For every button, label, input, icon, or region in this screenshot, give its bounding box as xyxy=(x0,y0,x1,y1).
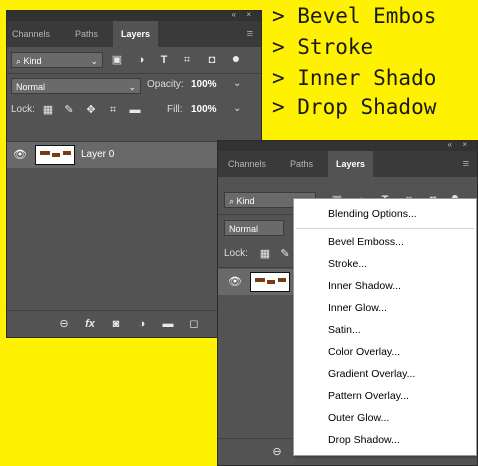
panel-titlebar: « × xyxy=(7,11,261,21)
blend-mode-label: Normal xyxy=(229,224,259,234)
layer-name[interactable]: Layer 0 xyxy=(81,149,114,160)
opacity-label: Opacity: xyxy=(147,79,184,90)
fill-value[interactable]: 100% xyxy=(191,104,217,115)
layer-thumbnail xyxy=(250,272,290,292)
fx-icon[interactable]: fx xyxy=(83,317,97,331)
type-filter-icon[interactable]: T xyxy=(157,53,171,67)
panel-tabs: Channels Paths Layers ≡ xyxy=(218,151,477,177)
tab-layers[interactable]: Layers xyxy=(328,151,374,177)
menu-item-color-overlay[interactable]: Color Overlay... xyxy=(328,342,400,362)
filter-kind-select[interactable]: ⌕ Kind ⌄ xyxy=(11,52,103,68)
lock-label: Lock: xyxy=(11,104,35,115)
menu-item-gradient-overlay[interactable]: Gradient Overlay... xyxy=(328,364,415,384)
menu-item-drop-shadow[interactable]: Drop Shadow... xyxy=(328,430,400,450)
lock-position-icon[interactable]: ✥ xyxy=(84,103,98,117)
add-mask-icon[interactable]: ◙ xyxy=(109,317,123,331)
panel-titlebar: « × xyxy=(218,141,477,151)
menu-separator xyxy=(296,228,474,229)
chevron-down-icon: ⌄ xyxy=(90,56,98,66)
blend-mode-select[interactable]: Normal ⌄ xyxy=(11,78,141,94)
menu-item-satin[interactable]: Satin... xyxy=(328,320,361,340)
tab-channels[interactable]: Channels xyxy=(12,21,50,47)
tab-channels[interactable]: Channels xyxy=(228,151,266,177)
lock-image-icon[interactable]: ✎ xyxy=(62,103,76,117)
background-text-line-1: > Bevel Embos xyxy=(272,4,437,28)
panel-menu-icon[interactable]: ≡ xyxy=(463,151,469,177)
search-icon: ⌕ xyxy=(16,56,24,66)
panel-menu-icon[interactable]: ≡ xyxy=(247,21,253,47)
lock-transparent-icon[interactable]: ▦ xyxy=(258,247,272,261)
panel-collapse-close-controls[interactable]: « × xyxy=(232,11,255,19)
lock-label: Lock: xyxy=(224,248,248,259)
menu-item-bevel-emboss[interactable]: Bevel Emboss... xyxy=(328,232,404,252)
filter-row: ⌕ Kind ⌄ ▣ ◑ T ⌗ ◘ ● xyxy=(7,47,261,73)
search-icon: ⌕ xyxy=(229,196,237,206)
blend-mode-label: Normal xyxy=(16,82,46,92)
menu-item-outer-glow[interactable]: Outer Glow... xyxy=(328,408,389,428)
adjustment-filter-icon[interactable]: ◑ xyxy=(134,53,148,67)
link-layers-icon[interactable]: ⊖ xyxy=(57,317,71,331)
blend-row: Normal ⌄ Opacity: 100% ⌄ xyxy=(7,74,261,98)
fill-label: Fill: xyxy=(167,104,183,115)
tab-layers[interactable]: Layers xyxy=(113,21,159,47)
smart-object-filter-icon[interactable]: ◘ xyxy=(205,53,219,67)
opacity-chevron-icon[interactable]: ⌄ xyxy=(233,78,241,89)
menu-item-pattern-overlay[interactable]: Pattern Overlay... xyxy=(328,386,409,406)
visibility-eye-icon[interactable]: 👁 xyxy=(13,148,27,161)
opacity-value[interactable]: 100% xyxy=(191,79,217,90)
link-layers-icon[interactable]: ⊖ xyxy=(270,445,284,459)
filter-toggle-icon[interactable]: ● xyxy=(229,51,243,65)
lock-row: Lock: ▦ ✎ ✥ ⌗ ▬ Fill: 100% ⌄ xyxy=(7,99,261,123)
lock-transparent-icon[interactable]: ▦ xyxy=(41,103,55,117)
background-text-line-4: > Drop Shadow xyxy=(272,95,437,119)
blend-mode-select[interactable]: Normal xyxy=(224,220,284,236)
menu-item-inner-glow[interactable]: Inner Glow... xyxy=(328,298,387,318)
adjustment-layer-icon[interactable]: ◑ xyxy=(135,317,149,331)
new-layer-icon[interactable]: ◻ xyxy=(187,317,201,331)
lock-all-icon[interactable]: ▬ xyxy=(128,103,142,117)
lock-image-icon[interactable]: ✎ xyxy=(278,247,292,261)
tab-paths[interactable]: Paths xyxy=(75,21,98,47)
menu-item-stroke[interactable]: Stroke... xyxy=(328,254,367,274)
panel-tabs: Channels Paths Layers ≡ xyxy=(7,21,261,47)
tab-paths[interactable]: Paths xyxy=(290,151,313,177)
background-text-line-2: > Stroke xyxy=(272,35,374,59)
new-group-icon[interactable]: ▬ xyxy=(161,317,175,331)
lock-artboard-icon[interactable]: ⌗ xyxy=(106,103,120,117)
menu-item-inner-shadow[interactable]: Inner Shadow... xyxy=(328,276,401,296)
image-filter-icon[interactable]: ▣ xyxy=(110,53,124,67)
layer-style-menu: Blending Options... Bevel Emboss... Stro… xyxy=(293,198,477,456)
shape-filter-icon[interactable]: ⌗ xyxy=(180,53,194,67)
visibility-eye-icon[interactable]: 👁 xyxy=(228,275,242,288)
layer-thumbnail xyxy=(35,145,75,165)
background-text-line-3: > Inner Shado xyxy=(272,66,437,90)
panel-collapse-close-controls[interactable]: « × xyxy=(448,141,471,149)
filter-kind-label: Kind xyxy=(236,196,255,206)
chevron-down-icon: ⌄ xyxy=(128,82,136,92)
fill-chevron-icon[interactable]: ⌄ xyxy=(233,103,241,114)
filter-kind-label: Kind xyxy=(23,56,42,66)
menu-item-blending-options[interactable]: Blending Options... xyxy=(328,204,417,224)
